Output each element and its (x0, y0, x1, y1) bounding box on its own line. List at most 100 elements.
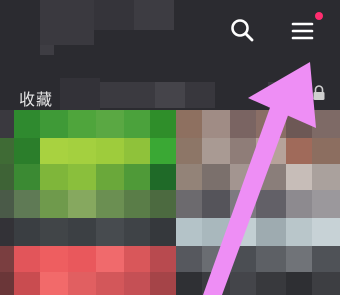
grid-cell (96, 246, 124, 272)
grid-cell (230, 138, 256, 164)
grid-cell (312, 218, 340, 246)
grid-cell (68, 110, 96, 138)
grid-cell (124, 272, 150, 295)
grid-cell (230, 272, 256, 295)
grid-cell (0, 164, 14, 190)
grid-cell (40, 218, 68, 246)
grid-cell (312, 190, 340, 218)
grid-cell (150, 218, 176, 246)
grid-cell (286, 164, 312, 190)
grid-cell (202, 190, 230, 218)
grid-cell (256, 164, 286, 190)
grid-cell (312, 138, 340, 164)
grid-cell (150, 272, 176, 295)
grid-cell (68, 218, 96, 246)
grid-cell (150, 138, 176, 164)
grid-cell (0, 190, 14, 218)
grid-cell (256, 218, 286, 246)
grid-cell (14, 246, 40, 272)
grid-cell (286, 272, 312, 295)
grid-cell (96, 138, 124, 164)
grid-cell (14, 218, 40, 246)
blurred-logo (40, 0, 94, 45)
grid-cell (124, 110, 150, 138)
grid-cell (230, 190, 256, 218)
grid-cell (312, 246, 340, 272)
grid-cell (124, 190, 150, 218)
menu-icon[interactable] (290, 18, 316, 44)
grid-cell (96, 110, 124, 138)
blurred-logo (134, 0, 174, 30)
grid-cell (202, 246, 230, 272)
grid-cell (230, 164, 256, 190)
grid-cell (202, 164, 230, 190)
blurred-tab (60, 78, 100, 110)
grid-cell (202, 110, 230, 138)
search-icon[interactable] (229, 17, 255, 43)
grid-cell (256, 190, 286, 218)
grid-cell (124, 218, 150, 246)
grid-cell (202, 138, 230, 164)
grid-cell (124, 164, 150, 190)
grid-cell (312, 272, 340, 295)
grid-cell (96, 190, 124, 218)
tab-favorites[interactable]: 收藏 (19, 86, 53, 110)
blurred-logo (40, 45, 54, 55)
top-bar (0, 0, 340, 62)
grid-cell (256, 138, 286, 164)
blurred-tab (185, 82, 215, 108)
grid-cell (176, 138, 202, 164)
grid-cell (176, 164, 202, 190)
grid-cell (14, 110, 40, 138)
notification-dot (315, 12, 323, 20)
grid-cell (96, 218, 124, 246)
grid-cell (312, 164, 340, 190)
grid-cell (96, 272, 124, 295)
grid-cell (150, 164, 176, 190)
grid-cell (286, 138, 312, 164)
grid-cell (256, 246, 286, 272)
grid-cell (68, 138, 96, 164)
grid-cell (202, 218, 230, 246)
grid-cell (256, 110, 286, 138)
grid-cell (96, 164, 124, 190)
grid-cell (40, 110, 68, 138)
grid-cell (0, 138, 14, 164)
grid-cell (14, 272, 40, 295)
grid-cell (256, 272, 286, 295)
grid-cell (68, 190, 96, 218)
grid-cell (176, 272, 202, 295)
grid-cell (150, 190, 176, 218)
grid-cell (0, 110, 14, 138)
grid-cell (286, 110, 312, 138)
grid-cell (14, 190, 40, 218)
grid-cell (202, 272, 230, 295)
blurred-logo (94, 0, 134, 30)
grid-cell (286, 246, 312, 272)
grid-cell (14, 164, 40, 190)
grid-cell (150, 110, 176, 138)
grid-cell (14, 138, 40, 164)
grid-cell (150, 246, 176, 272)
grid-cell (68, 272, 96, 295)
grid-cell (40, 246, 68, 272)
grid-cell (312, 110, 340, 138)
grid-cell (286, 218, 312, 246)
grid-cell (68, 164, 96, 190)
grid-cell (40, 164, 68, 190)
grid-cell (176, 218, 202, 246)
blurred-tab (268, 82, 308, 108)
grid-cell (176, 246, 202, 272)
grid-cell (40, 138, 68, 164)
grid-cell (230, 246, 256, 272)
grid-cell (176, 110, 202, 138)
grid-cell (68, 246, 96, 272)
grid-cell (176, 190, 202, 218)
grid-cell (0, 246, 14, 272)
content-grid[interactable] (0, 110, 340, 295)
grid-cell (124, 246, 150, 272)
grid-cell (286, 190, 312, 218)
blurred-tab (100, 82, 155, 108)
lock-icon (313, 85, 325, 100)
grid-cell (0, 272, 14, 295)
